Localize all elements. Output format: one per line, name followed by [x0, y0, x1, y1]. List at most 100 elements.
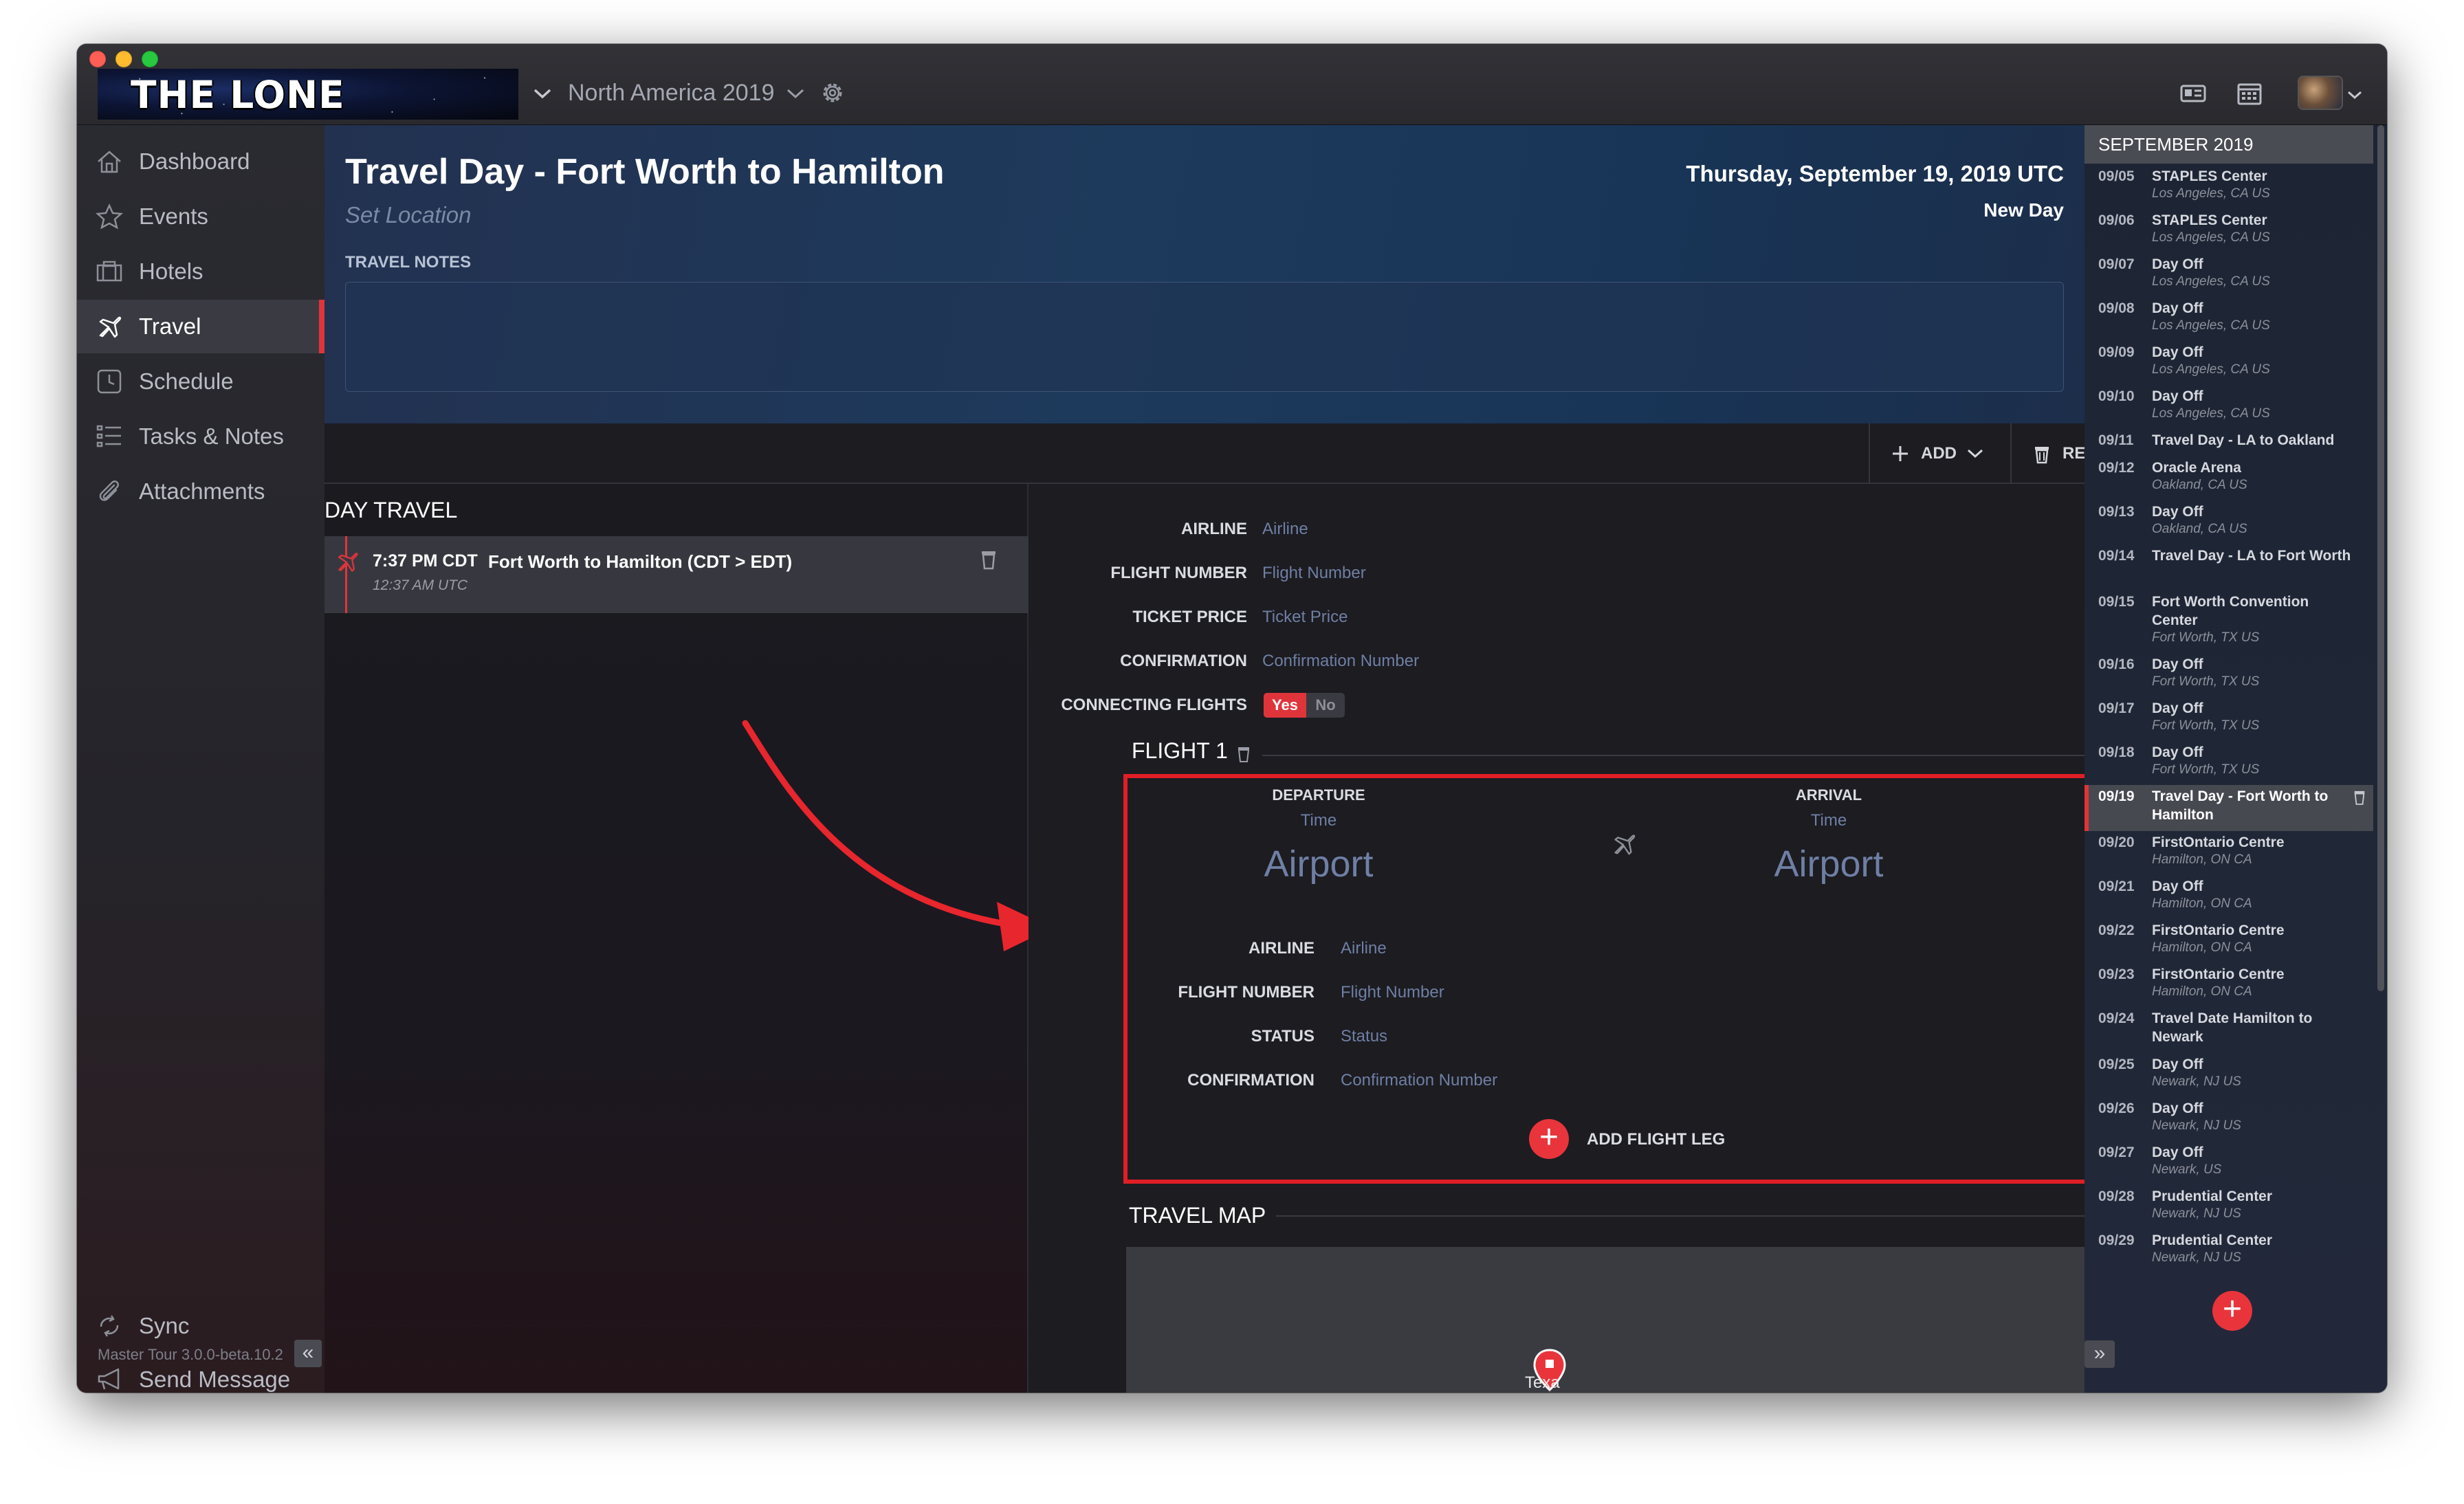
calendar-entry[interactable]: 09/29 Prudential Center Newark, NJ US — [2084, 1229, 2373, 1273]
calendar-entry[interactable]: 09/25 Day Off Newark, NJ US — [2084, 1053, 2373, 1097]
close-window-button[interactable] — [89, 51, 106, 67]
calendar-entry-date: 09/18 — [2098, 744, 2135, 760]
calendar-entry-title: Fort Worth Convention Center — [2152, 594, 2309, 628]
zoom-window-button[interactable] — [142, 51, 158, 67]
calendar-entry[interactable]: 09/13 Day Off Oakland, CA US — [2084, 500, 2373, 544]
calendar-entry[interactable]: 09/07 Day Off Los Angeles, CA US — [2084, 253, 2373, 297]
calendar-entry[interactable]: 09/14 Travel Day - LA to Fort Worth — [2084, 544, 2373, 590]
calendar-entry[interactable]: 09/12 Oracle Arena Oakland, CA US — [2084, 456, 2373, 500]
flight-status-field[interactable]: Status — [1341, 1027, 1387, 1046]
calendar-entry-title: Day Off — [2152, 344, 2203, 360]
add-flight-leg-button[interactable]: + — [1529, 1119, 1569, 1159]
sync-icon — [100, 1315, 119, 1337]
departure-airport-field[interactable]: Airport — [1195, 843, 1442, 885]
sync-button[interactable]: Sync — [77, 1299, 324, 1353]
trash-icon[interactable] — [979, 549, 998, 571]
expand-panel-button[interactable]: » — [2084, 1340, 2115, 1368]
flight-confirmation-field[interactable]: Confirmation Number — [1341, 1071, 1497, 1090]
calendar-entry[interactable]: 09/19 Travel Day - Fort Worth to Hamilton — [2084, 785, 2373, 831]
calendar-entry-title: Day Off — [2152, 700, 2203, 716]
trash-icon[interactable] — [1236, 745, 1251, 763]
calendar-entry[interactable]: 09/21 Day Off Hamilton, ON CA — [2084, 875, 2373, 919]
confirmation-field[interactable]: Confirmation Number — [1262, 652, 1419, 671]
travel-list-item[interactable]: 7:37 PM CDT Fort Worth to Hamilton (CDT … — [324, 536, 1028, 613]
connecting-flights-toggle[interactable]: Yes No — [1264, 693, 1345, 718]
trash-icon — [2035, 447, 2049, 464]
calendar-entry-location: Hamilton, ON CA — [2152, 984, 2252, 999]
sidebar-item-schedule[interactable]: Schedule — [77, 355, 324, 408]
collapse-sidebar-button[interactable]: « — [294, 1340, 322, 1367]
travel-map[interactable] — [1126, 1247, 2084, 1393]
new-day-button[interactable]: New Day — [1983, 199, 2064, 221]
flight-number-field[interactable]: Flight Number — [1262, 564, 1366, 583]
title-bar: THE LONE RANGERS North America 2019 — [77, 44, 2387, 125]
calendar-entry-title: Day Off — [2152, 744, 2203, 760]
calendar-entry[interactable]: 09/26 Day Off Newark, NJ US — [2084, 1097, 2373, 1141]
add-button-label: ADD — [1921, 444, 1957, 463]
calendar-entry-date: 09/16 — [2098, 656, 2135, 672]
calendar-entry-title: STAPLES Center — [2152, 212, 2267, 228]
gear-icon[interactable] — [820, 80, 846, 106]
calendar-entry[interactable]: 09/27 Day Off Newark, US — [2084, 1141, 2373, 1185]
arrival-time-field[interactable]: Time — [1739, 811, 1918, 830]
sidebar-item-travel[interactable]: Travel — [77, 300, 324, 353]
departure-time-field[interactable]: Time — [1229, 811, 1408, 830]
calendar-entry[interactable]: 09/09 Day Off Los Angeles, CA US — [2084, 341, 2373, 385]
red-arrow-annotation — [742, 720, 1052, 951]
calendar-entry-title: Day Off — [2152, 656, 2203, 672]
calendar-entry-date: 09/19 — [2098, 788, 2135, 804]
calendar-entry[interactable]: 09/28 Prudential Center Newark, NJ US — [2084, 1185, 2373, 1229]
calendar-entry[interactable]: 09/20 FirstOntario Centre Hamilton, ON CA — [2084, 831, 2373, 875]
travel-item-title: Fort Worth to Hamilton (CDT > EDT) — [488, 551, 793, 572]
calendar-entry-title: Day Off — [2152, 256, 2203, 272]
app-window: THE LONE RANGERS North America 2019 — [77, 44, 2387, 1393]
calendar-scrollbar[interactable] — [2377, 125, 2384, 991]
travel-detail-pane: AIRLINE Airline FLIGHT NUMBER Flight Num… — [1028, 484, 2084, 1393]
contact-card-icon[interactable] — [2179, 81, 2207, 106]
day-travel-title: DAY TRAVEL — [324, 498, 458, 522]
chevron-down-icon[interactable] — [785, 87, 806, 100]
calendar-entry[interactable]: 09/23 FirstOntario Centre Hamilton, ON CA — [2084, 963, 2373, 1007]
add-day-button[interactable]: + — [2212, 1291, 2252, 1331]
calendar-entry[interactable]: 09/08 Day Off Los Angeles, CA US — [2084, 297, 2373, 341]
calendar-entry[interactable]: 09/11 Travel Day - LA to Oakland — [2084, 429, 2373, 456]
calendar-entry[interactable]: 09/18 Day Off Fort Worth, TX US — [2084, 741, 2373, 785]
arrival-airport-field[interactable]: Airport — [1705, 843, 1952, 885]
add-button[interactable]: ADD — [1869, 423, 2010, 484]
calendar-entry-date: 09/14 — [2098, 548, 2135, 564]
hotel-icon — [96, 261, 122, 282]
chevron-down-icon[interactable] — [532, 87, 553, 100]
calendar-entry[interactable]: 09/22 FirstOntario Centre Hamilton, ON CA — [2084, 919, 2373, 963]
calendar-entry[interactable]: 09/10 Day Off Los Angeles, CA US — [2084, 385, 2373, 429]
calendar-entry[interactable]: 09/15 Fort Worth Convention Center Fort Wo… — [2084, 590, 2373, 653]
travel-notes-input[interactable] — [345, 282, 2064, 392]
minimize-window-button[interactable] — [116, 51, 132, 67]
flight-number-field[interactable]: Flight Number — [1341, 983, 1444, 1002]
toggle-yes[interactable]: Yes — [1264, 693, 1306, 718]
trash-icon[interactable] — [2353, 789, 2366, 806]
calendar-entry[interactable]: 09/05 STAPLES Center Los Angeles, CA US — [2084, 165, 2373, 209]
page-title: Travel Day - Fort Worth to Hamilton — [345, 152, 945, 192]
user-avatar[interactable] — [2298, 76, 2343, 110]
sidebar-item-dashboard[interactable]: Dashboard — [77, 135, 324, 188]
toggle-no[interactable]: No — [1306, 693, 1345, 718]
calendar-entry-date: 09/25 — [2098, 1057, 2135, 1072]
flight-airline-field[interactable]: Airline — [1341, 939, 1387, 958]
airline-field[interactable]: Airline — [1262, 520, 1308, 539]
sidebar-item-events[interactable]: Events — [77, 190, 324, 243]
sidebar-item-hotels[interactable]: Hotels — [77, 245, 324, 298]
travel-item-utc-time: 12:37 AM UTC — [373, 577, 468, 593]
calendar-entry[interactable]: 09/06 STAPLES Center Los Angeles, CA US — [2084, 209, 2373, 253]
add-flight-leg-label[interactable]: ADD FLIGHT LEG — [1587, 1130, 1725, 1149]
calendar-entry[interactable]: 09/24 Travel Date Hamilton to Newark — [2084, 1007, 2373, 1053]
sidebar-item-attachments[interactable]: Attachments — [77, 465, 324, 518]
chevron-down-icon[interactable] — [2346, 89, 2364, 100]
brand-title: THE LONE RANGERS — [131, 73, 345, 120]
sidebar-item-tasks-notes[interactable]: Tasks & Notes — [77, 410, 324, 463]
calendar-icon[interactable] — [2236, 81, 2263, 106]
calendar-entry[interactable]: 09/16 Day Off Fort Worth, TX US — [2084, 653, 2373, 697]
set-location-link[interactable]: Set Location — [345, 202, 471, 228]
calendar-entry[interactable]: 09/17 Day Off Fort Worth, TX US — [2084, 697, 2373, 741]
ticket-price-field[interactable]: Ticket Price — [1262, 608, 1348, 627]
tour-selector[interactable]: North America 2019 — [568, 80, 775, 107]
